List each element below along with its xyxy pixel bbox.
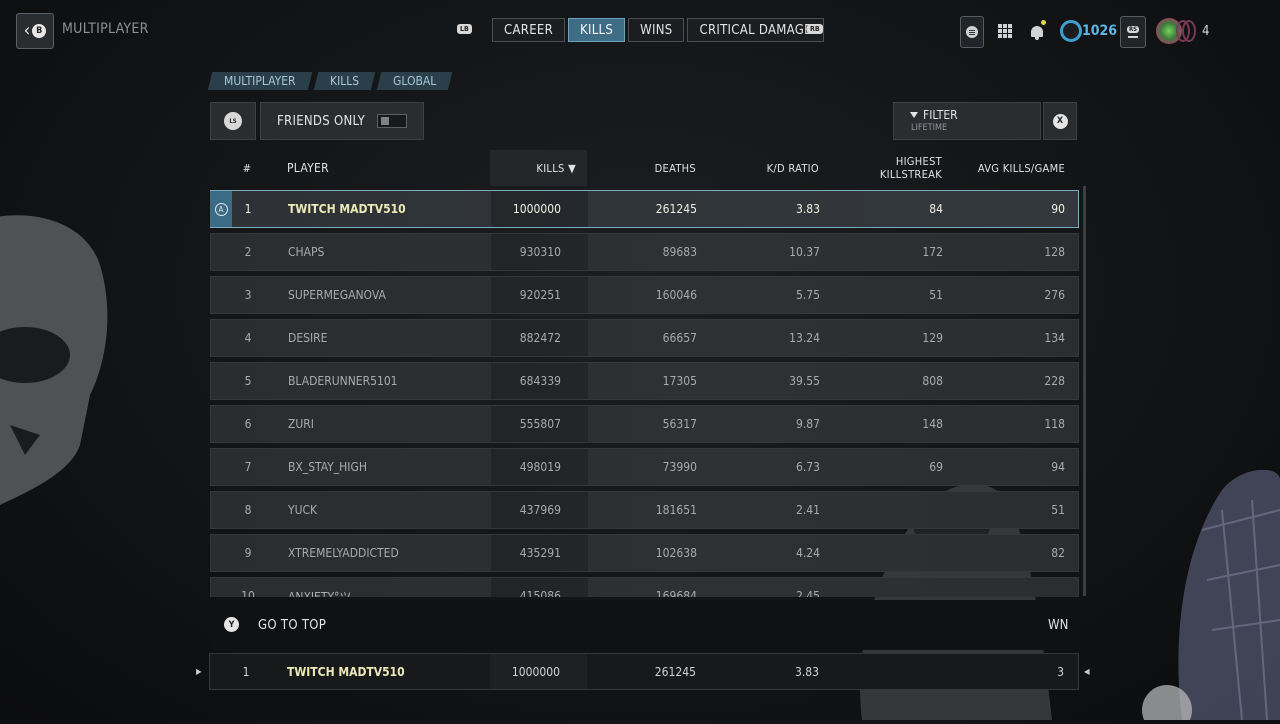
clear-filter-button[interactable]: X [1043,102,1077,140]
header-rank: # [242,161,252,175]
filter-button[interactable]: FILTER LIFETIME [893,102,1041,140]
tab-kills[interactable]: KILLS [568,18,626,42]
ls-badge: LS [224,112,242,130]
chevron-left-icon: ‹ [23,20,31,41]
header-avg-kills-game[interactable]: AVG KILLS/GAME [965,150,1065,186]
filter-value: LIFETIME [911,123,948,133]
table-row[interactable]: 9 XTREMELYADDICTED 435291 102638 4.24 82 [210,534,1079,572]
table-row[interactable]: 6 ZURI 555807 56317 9.87 148 118 [210,405,1079,443]
notification-dot [1041,20,1046,25]
friends-only-toggle-button[interactable]: FRIENDS ONLY [260,102,424,140]
table-row[interactable]: 7 BX_STAY_HIGH 498019 73990 6.73 69 94 [210,448,1079,486]
menu-button[interactable] [960,16,984,48]
page-title: MULTIPLAYER [62,21,149,37]
category-tabs: CAREER KILLS WINS CRITICAL DAMAGE [492,18,824,42]
y-button-badge: Y [224,617,239,632]
party-count: 4 [1202,23,1210,39]
table-row[interactable]: 3 SUPERMEGANOVA 920251 160046 5.75 51 27… [210,276,1079,314]
header-player[interactable]: PLAYER [287,150,329,186]
rs-badge: RS [1126,26,1140,33]
skull-emblem-graphic [0,195,130,525]
breadcrumb-multiplayer[interactable]: MULTIPLAYER [207,72,312,90]
grid-icon [998,24,1012,38]
table-row[interactable]: A 1 TWITCH MADTV510 1000000 261245 3.83 … [210,190,1079,228]
table-row[interactable]: 2 CHAPS 930310 89683 10.37 172 128 [210,233,1079,271]
go-to-top-bar[interactable] [210,600,1080,650]
table-row[interactable]: 4 DESIRE 882472 66657 13.24 129 134 [210,319,1079,357]
my-rank-row[interactable]: 1 TWITCH MADTV510 1000000 261245 3.83 3 [209,653,1079,690]
x-button-badge: X [1052,113,1068,129]
leaderboard-table: A 1 TWITCH MADTV510 1000000 261245 3.83 … [210,190,1080,597]
lb-bumper-badge: LB [457,24,472,34]
emblem-ring-icon [1182,20,1196,42]
caret-left-icon: ◀ [1084,667,1090,676]
tab-critical-damage[interactable]: CRITICAL DAMAGE [687,18,824,42]
tab-career[interactable]: CAREER [492,18,565,42]
a-button-badge: A [210,191,232,227]
rb-bumper-badge: RB [807,24,823,34]
menu-icon [966,26,978,38]
caret-right-icon: ▶ [196,667,202,676]
currency-icon [1060,16,1082,46]
b-button-badge: B [32,24,47,38]
dash-icon [1128,36,1138,38]
table-row[interactable]: 10 ANXIETY°ツ 415086 169684 2.45 [210,577,1079,597]
header-highest-killstreak[interactable]: HIGHEST KILLSTREAK [850,150,942,186]
table-scrollbar[interactable] [1083,186,1086,596]
friends-only-toggle[interactable] [377,114,408,128]
jump-down-label[interactable]: WN [1048,618,1068,633]
filter-label: FILTER [923,108,958,122]
breadcrumb-global[interactable]: GLOBAL [376,72,453,90]
bell-icon [1031,25,1043,40]
grid-button[interactable] [994,16,1016,46]
points-value: 1026 [1082,23,1118,39]
header-deaths[interactable]: DEATHS [610,150,696,186]
rs-button[interactable]: RS [1120,16,1146,48]
back-button[interactable]: ‹ B [16,13,54,49]
go-to-top-label[interactable]: GO TO TOP [258,618,326,633]
breadcrumb: MULTIPLAYER KILLS GLOBAL [207,72,453,90]
party-emblems[interactable] [1156,16,1196,46]
ls-stick-button[interactable]: LS [210,102,256,140]
filter-icon [910,112,918,118]
tab-wins[interactable]: WINS [628,18,685,42]
friends-only-label: FRIENDS ONLY [277,113,366,129]
table-row[interactable]: 8 YUCK 437969 181651 2.41 51 [210,491,1079,529]
header-kd-ratio[interactable]: K/D RATIO [730,150,819,186]
breadcrumb-kills[interactable]: KILLS [313,72,375,90]
table-row[interactable]: 5 BLADERUNNER5101 684339 17305 39.55 808… [210,362,1079,400]
header-kills-sorted[interactable]: KILLS ▼ [490,150,576,186]
